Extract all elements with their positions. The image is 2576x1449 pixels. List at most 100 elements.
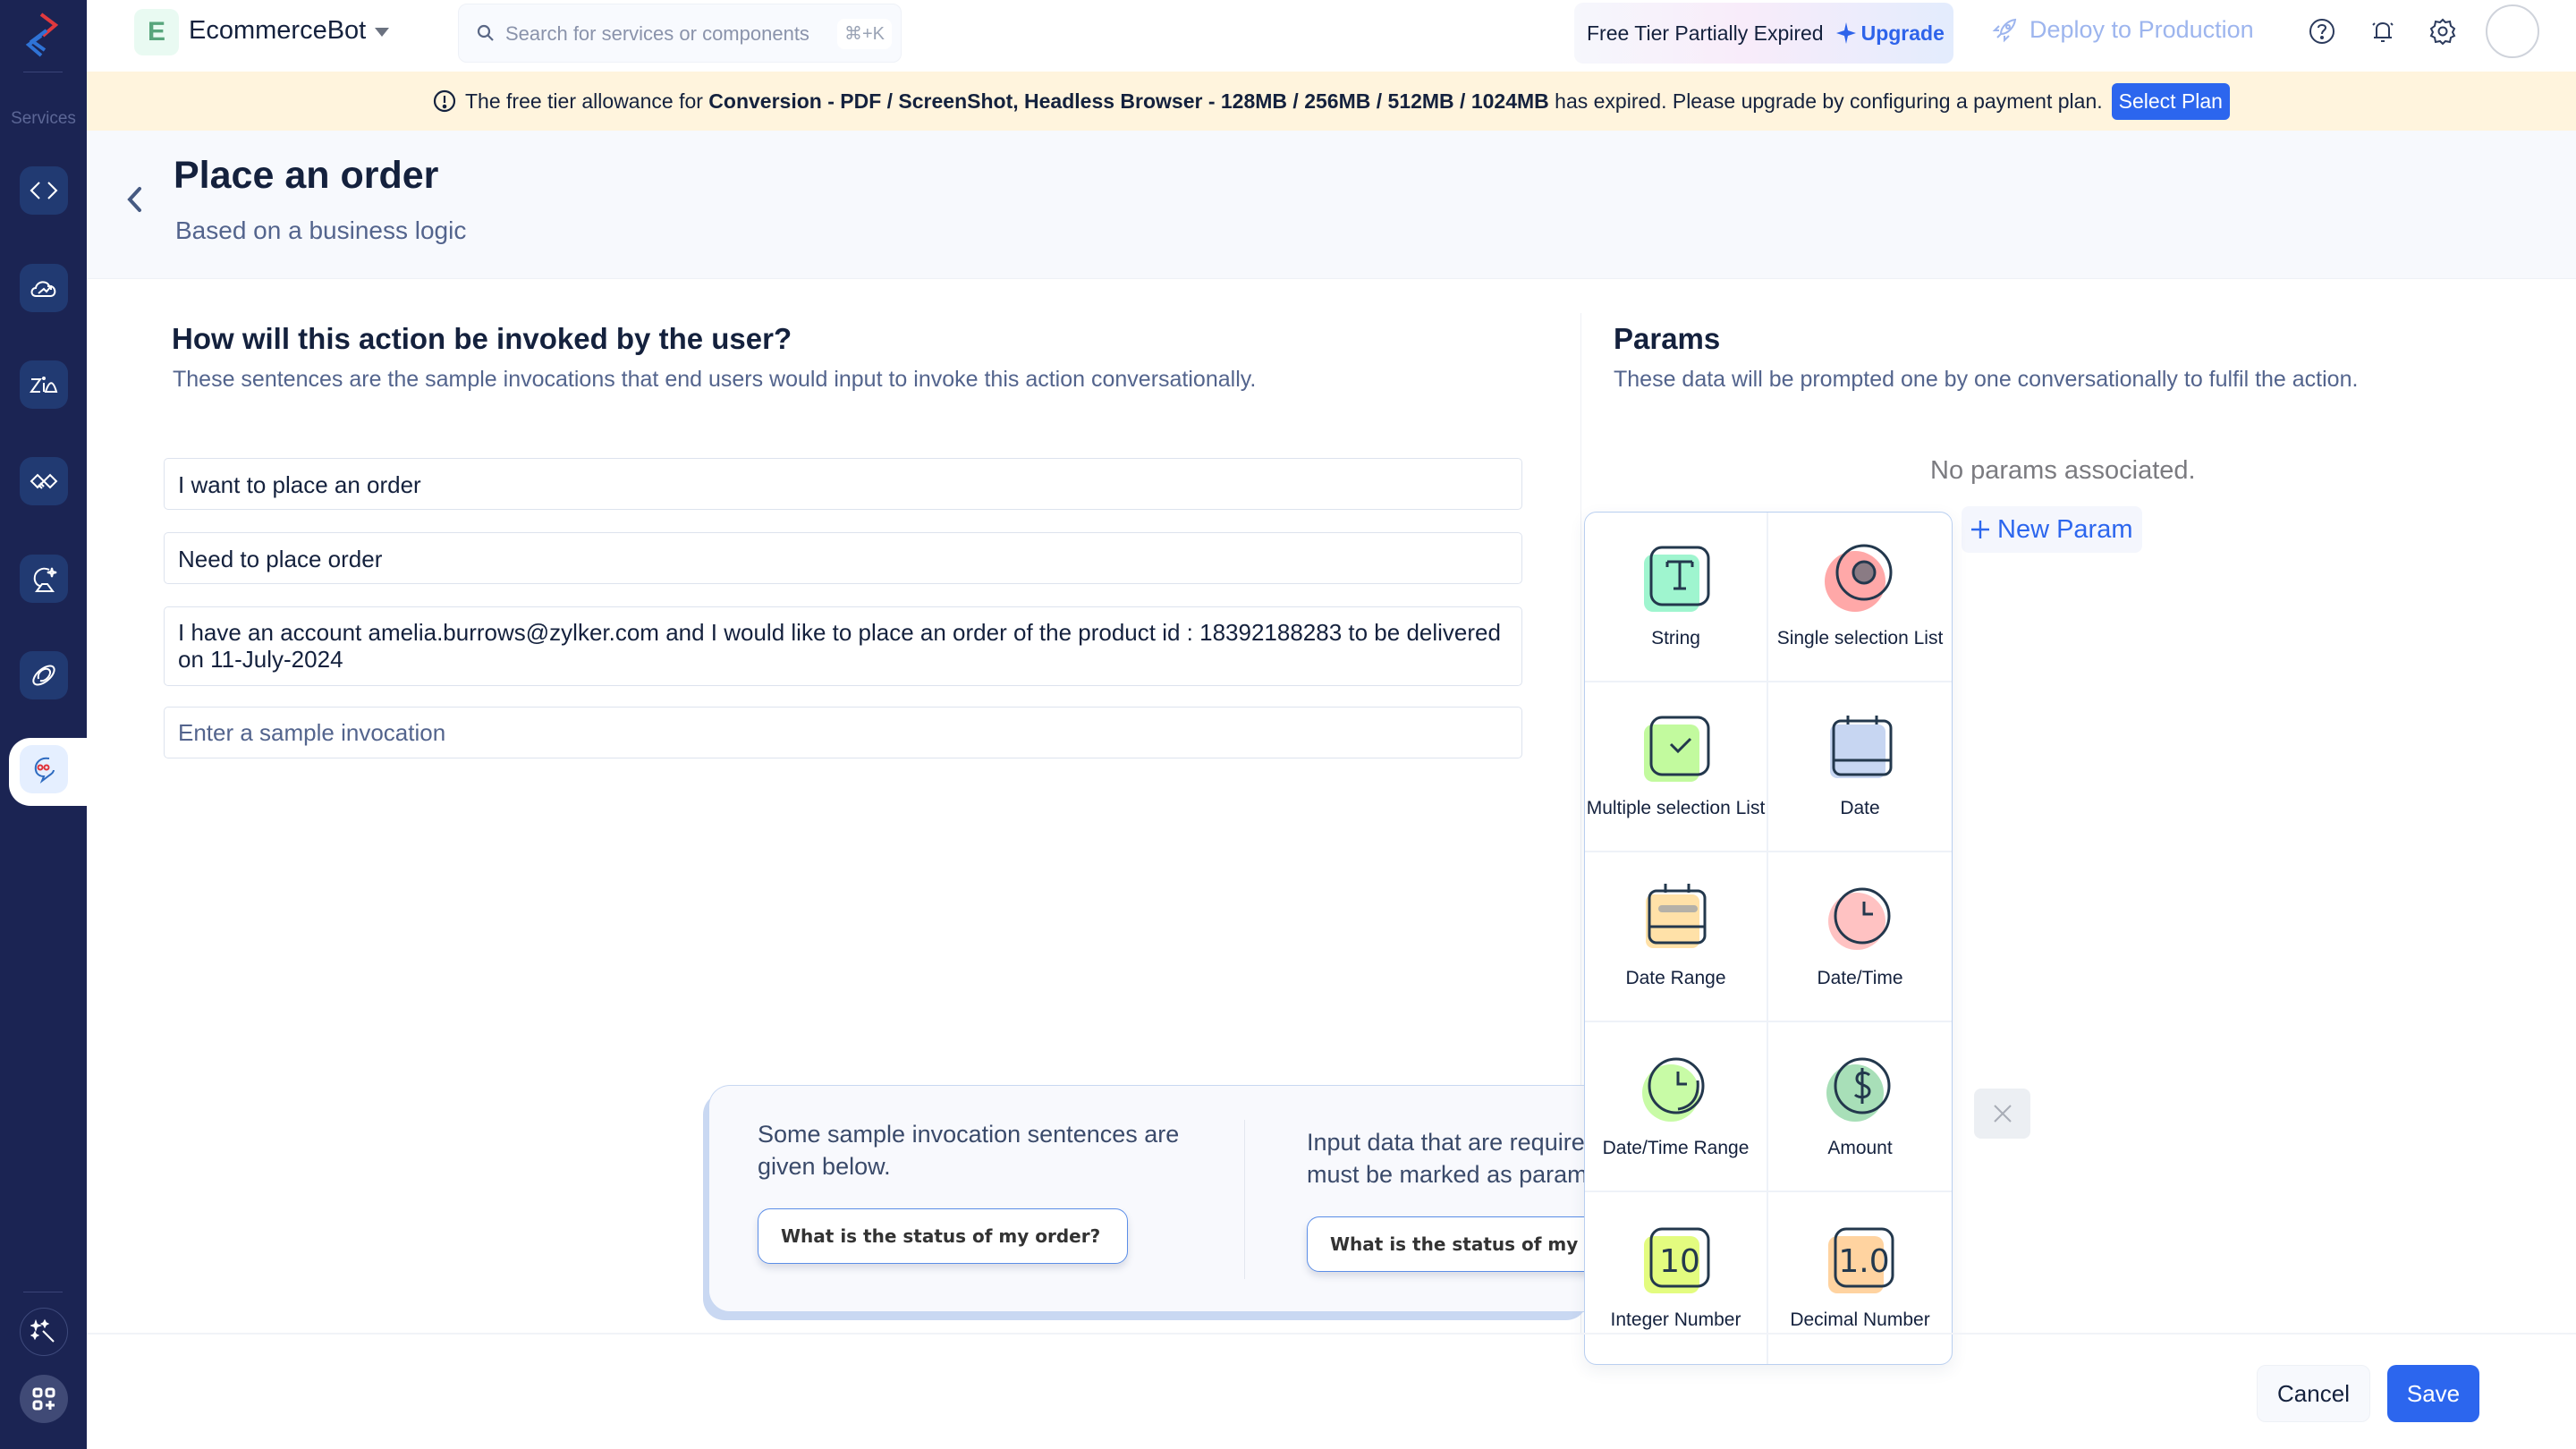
param-type-integer[interactable]: 10 Integer Number: [1585, 1192, 1768, 1364]
close-button[interactable]: [1974, 1089, 2030, 1139]
deploy-label: Deploy to Production: [2029, 16, 2254, 43]
param-type-label: Date/Time: [1817, 968, 1903, 988]
param-type-label: Date: [1840, 798, 1880, 818]
date-range-icon: [1645, 884, 1706, 948]
param-type-menu: String Single selection List Multiple se…: [1584, 512, 1953, 1365]
link-icon: [32, 665, 55, 686]
svg-text:1.0: 1.0: [1838, 1243, 1889, 1280]
param-type-label: String: [1651, 628, 1700, 648]
invocation-item[interactable]: I want to place an order: [164, 458, 1522, 510]
services-label: Services: [11, 109, 76, 128]
info-left-text: Some sample invocation sentences are giv…: [758, 1121, 1180, 1180]
org-name[interactable]: EcommerceBot: [189, 16, 366, 46]
params-title: Params: [1614, 322, 1721, 355]
sidebar-item-quickml[interactable]: [20, 555, 68, 603]
cloud-icon: [30, 281, 56, 297]
back-chevron-icon[interactable]: [124, 184, 146, 215]
chevron-down-icon[interactable]: [375, 28, 389, 37]
apps-add-icon: [32, 1387, 55, 1411]
checkbox-icon: [1643, 716, 1709, 782]
new-param-label: New Param: [1997, 514, 2133, 544]
footer-divider: [87, 1333, 2576, 1335]
deploy-to-production-button[interactable]: Deploy to Production: [1992, 16, 2254, 44]
param-type-single-selection[interactable]: Single selection List: [1768, 513, 1952, 682]
search-shortcut: ⌘+K: [836, 19, 892, 49]
free-tier-status: Free Tier Partially Expired Upgrade: [1574, 3, 1953, 64]
sidebar-item-zia[interactable]: [20, 360, 68, 409]
ai-assist-button[interactable]: [20, 1308, 68, 1356]
invocation-item[interactable]: Need to place order: [164, 532, 1522, 584]
calendar-icon: [1829, 716, 1892, 778]
catalyst-logo-icon: [25, 13, 59, 57]
banner-suffix: has expired. Please upgrade by configuri…: [1548, 89, 2103, 113]
chatbot-icon: [34, 757, 55, 784]
add-services-button[interactable]: [20, 1375, 68, 1423]
page-title: Place an order: [174, 154, 439, 197]
search-input[interactable]: [505, 19, 827, 49]
param-type-label: Decimal Number: [1790, 1309, 1930, 1330]
param-type-date-time[interactable]: Date/Time: [1768, 852, 1952, 1022]
sidebar-item-convokraft[interactable]: [20, 745, 68, 793]
radio-icon: [1824, 544, 1892, 612]
select-plan-button[interactable]: Select Plan: [2111, 82, 2230, 120]
page-header: Place an order Based on a business logic: [87, 131, 2576, 279]
svg-text:10: 10: [1659, 1243, 1700, 1280]
upgrade-link[interactable]: Upgrade: [1835, 21, 1945, 46]
magic-wand-icon: [30, 1318, 55, 1343]
param-type-date-range[interactable]: Date Range: [1585, 852, 1768, 1022]
info-card: Some sample invocation sentences are giv…: [708, 1085, 1588, 1312]
save-button[interactable]: Save: [2387, 1365, 2479, 1422]
string-icon: [1643, 546, 1709, 612]
org-avatar[interactable]: E: [134, 9, 179, 55]
info-right-text: Input data that are required to fulfil t…: [1307, 1129, 1588, 1188]
param-type-date-time-range[interactable]: Date/Time Range: [1585, 1022, 1768, 1192]
invocations-title: How will this action be invoked by the u…: [172, 322, 792, 355]
tier-status-text: Free Tier Partially Expired: [1587, 21, 1824, 45]
param-type-label: Date Range: [1625, 968, 1726, 988]
alert-icon: [433, 89, 456, 113]
user-avatar[interactable]: [2486, 4, 2539, 58]
params-description: These data will be prompted one by one c…: [1614, 367, 2359, 392]
ai-icon: [33, 567, 57, 592]
param-type-label: Integer Number: [1610, 1309, 1741, 1330]
example-invocation-pill: What is the status of my order?: [758, 1208, 1128, 1264]
param-type-amount[interactable]: Amount: [1768, 1022, 1952, 1192]
sidebar-item-cloud-scale[interactable]: [20, 264, 68, 312]
plus-icon: [1971, 521, 1989, 538]
example-param-pill: What is the status of my order?: [1307, 1216, 1588, 1272]
invocation-item[interactable]: I have an account amelia.burrows@zylker.…: [164, 606, 1522, 686]
param-type-date[interactable]: Date: [1768, 682, 1952, 852]
new-invocation-input[interactable]: [164, 707, 1522, 758]
clock-range-icon: [1641, 1057, 1704, 1122]
invocations-description: These sentences are the sample invocatio…: [173, 367, 1257, 392]
page-subtitle: Based on a business logic: [175, 216, 467, 244]
no-params-message: No params associated.: [1930, 456, 2196, 485]
zia-icon: [30, 377, 58, 393]
search-icon: [477, 24, 494, 41]
close-icon: [1993, 1105, 2012, 1123]
decimal-icon: 1.0: [1827, 1227, 1894, 1293]
clock-icon: [1827, 887, 1890, 950]
gear-icon[interactable]: [2428, 16, 2458, 47]
cancel-button[interactable]: Cancel: [2257, 1365, 2370, 1422]
param-type-string[interactable]: String: [1585, 513, 1768, 682]
param-type-label: Single selection List: [1776, 628, 1944, 648]
sidebar-item-connections[interactable]: [20, 651, 68, 699]
integer-icon: 10: [1643, 1227, 1709, 1293]
banner-services: Conversion - PDF / ScreenShot, Headless …: [708, 89, 1549, 113]
sidebar-item-functions[interactable]: [20, 166, 68, 215]
info-card-divider: [1244, 1120, 1245, 1279]
sparkle-icon: [1835, 22, 1856, 44]
param-type-label: Amount: [1827, 1138, 1893, 1158]
sidebar-item-integrations[interactable]: [20, 457, 68, 505]
new-param-button[interactable]: New Param: [1962, 506, 2142, 553]
bell-icon[interactable]: [2368, 16, 2398, 47]
rocket-icon: [1992, 18, 2017, 42]
help-icon[interactable]: [2307, 16, 2337, 47]
sidebar: Services: [0, 0, 87, 1449]
param-type-multiple-selection[interactable]: Multiple selection List: [1585, 682, 1768, 852]
search-box[interactable]: ⌘+K: [458, 4, 902, 63]
param-type-decimal[interactable]: 1.0 Decimal Number: [1768, 1192, 1952, 1364]
banner-prefix: The free tier allowance for: [465, 89, 709, 113]
free-tier-banner: The free tier allowance for Conversion -…: [87, 72, 2576, 131]
